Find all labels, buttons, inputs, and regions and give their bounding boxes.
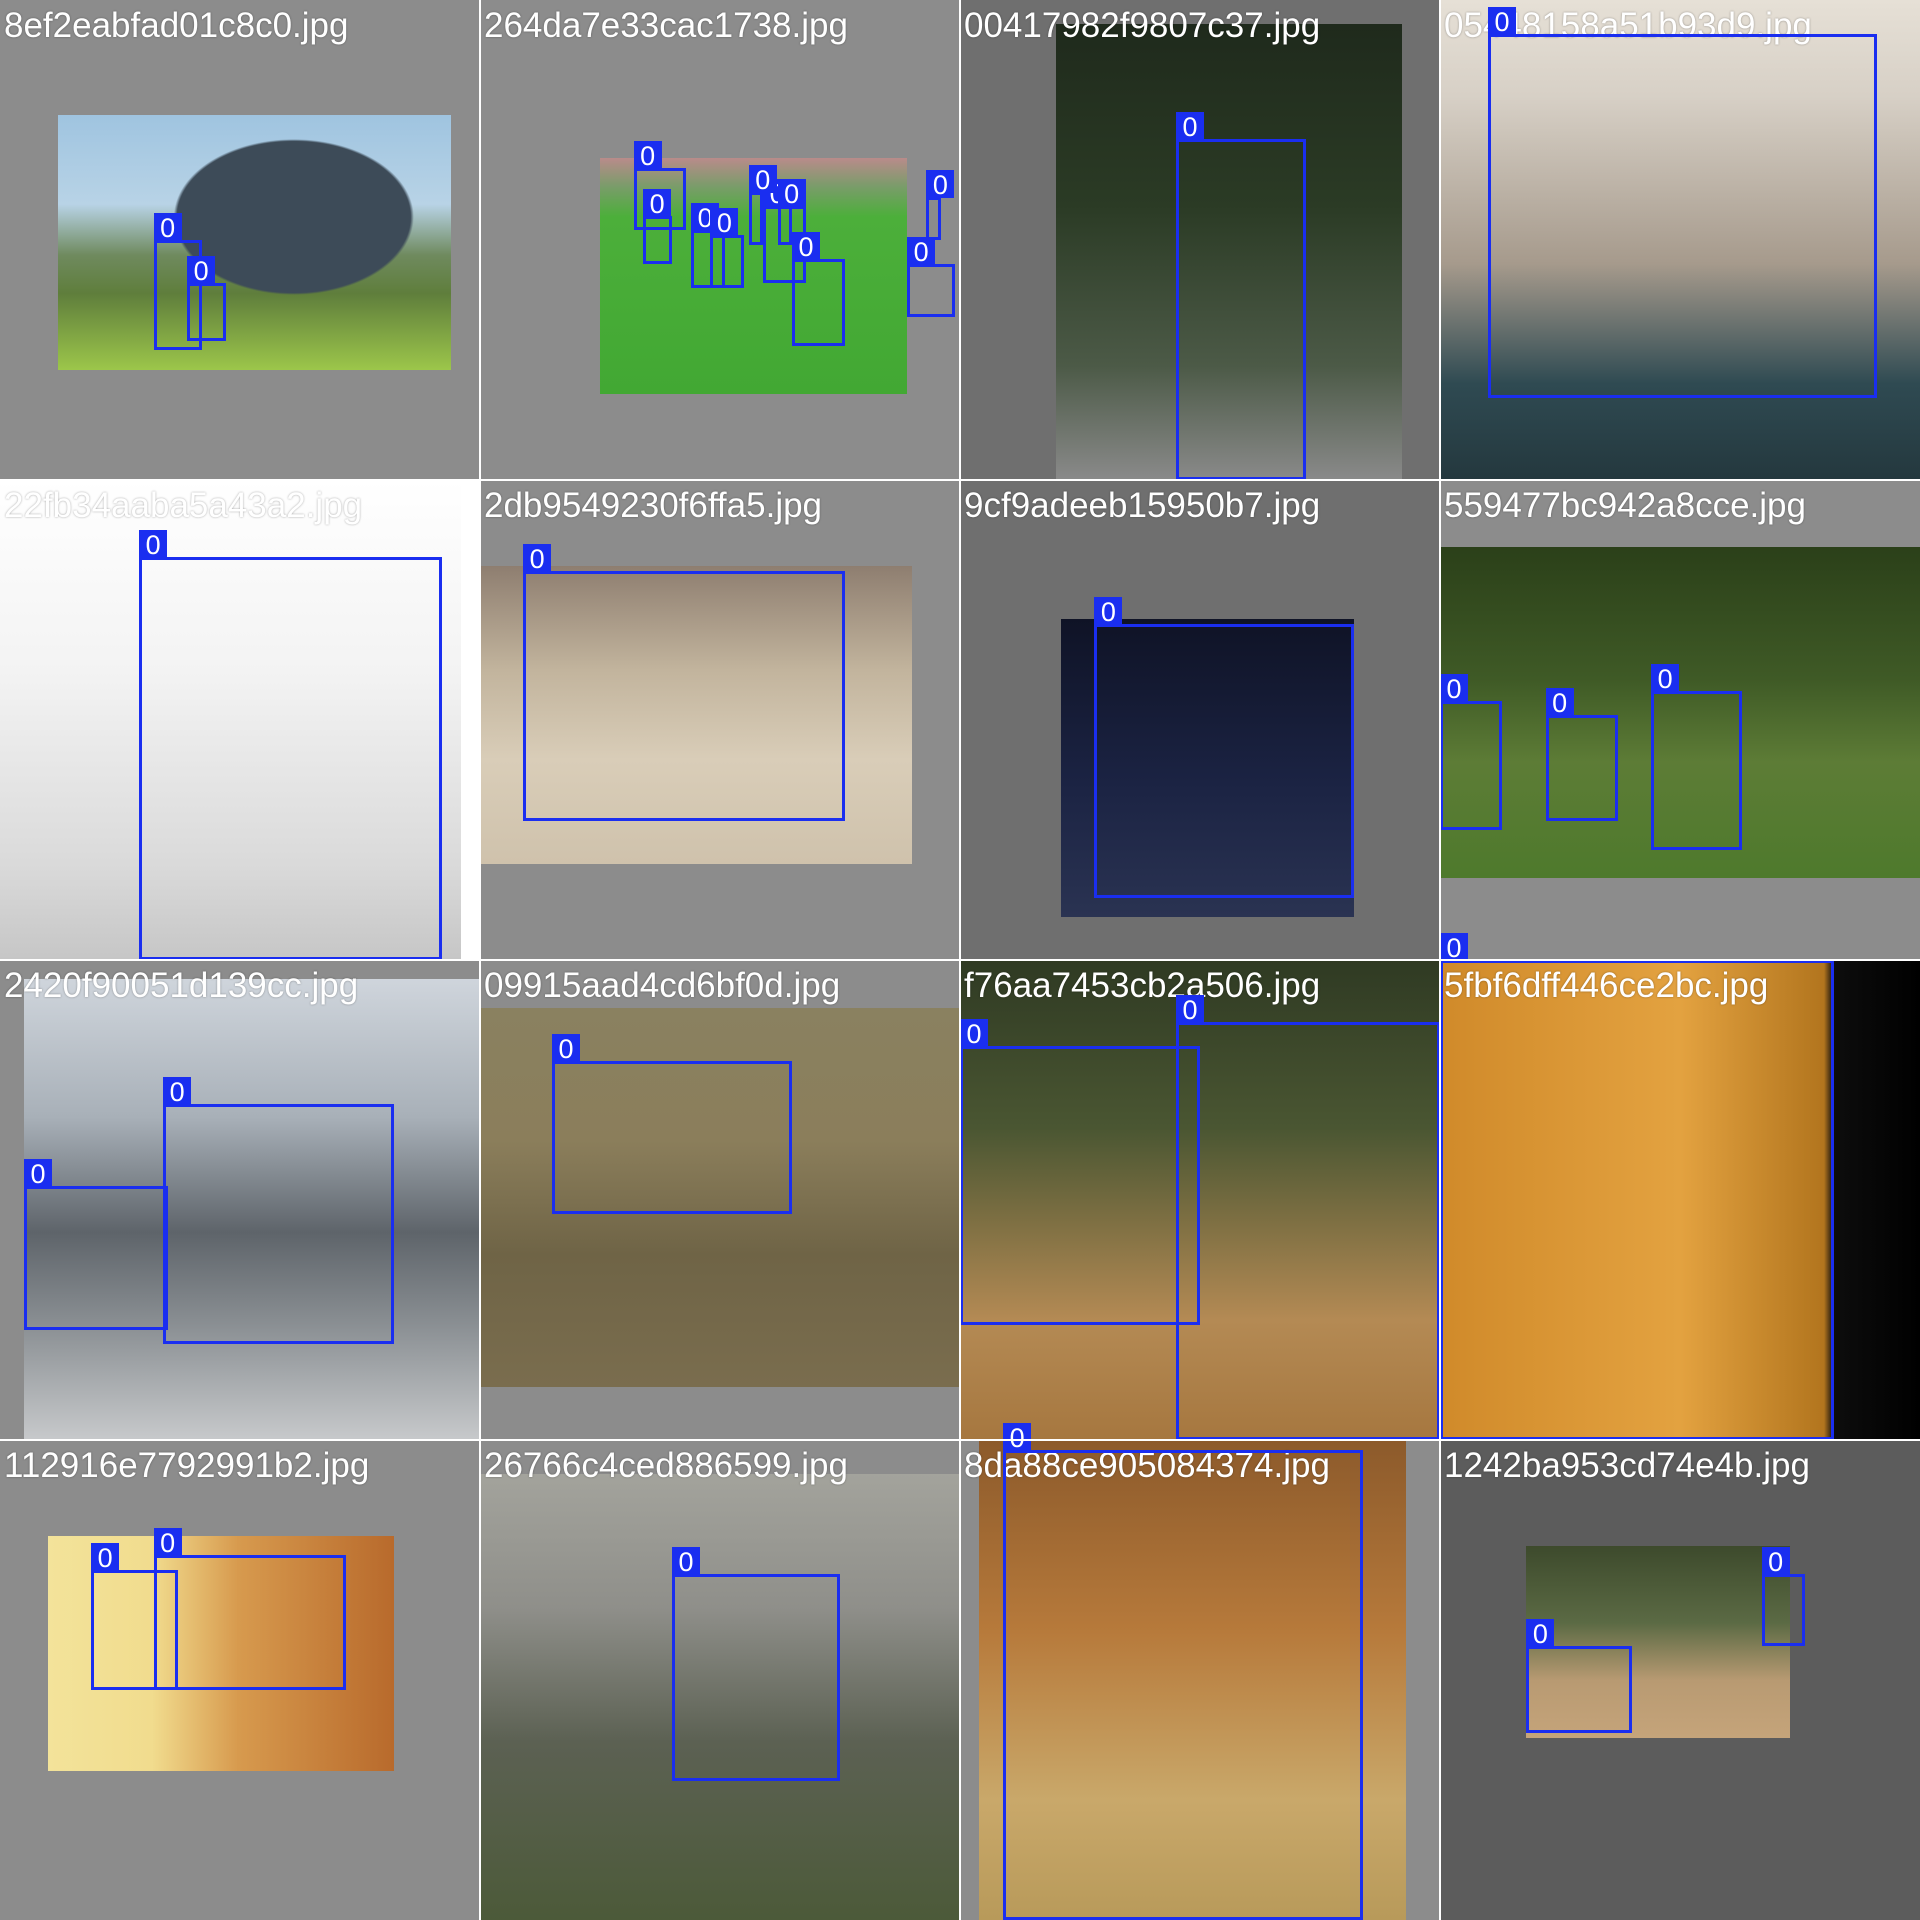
mosaic-tile: 559477bc942a8cce.jpg 0 0 0 — [1440, 480, 1920, 960]
detection-class-label: 0 — [1176, 112, 1204, 142]
detection-class-label: 0 — [926, 169, 955, 200]
tile-photo — [57, 115, 452, 370]
detection-class-label: 0 — [24, 1158, 52, 1189]
detection-box: 0 — [792, 232, 845, 346]
detection-box: 0 — [643, 189, 672, 264]
detection-class-label: 0 — [777, 179, 806, 209]
detection-class-label: 0 — [1526, 1619, 1555, 1649]
detection-class-label: 0 — [139, 529, 168, 560]
detection-class-label: 0 — [1545, 688, 1574, 718]
detection-box: 0 — [24, 1158, 168, 1330]
detection-class-label: 0 — [748, 165, 777, 195]
tile-divider-horizontal — [0, 1439, 1920, 1441]
detection-box: 0 — [1176, 995, 1440, 1440]
detection-box: 0 — [1545, 688, 1618, 821]
photo-layer — [57, 115, 452, 370]
detection-box: 0 — [1488, 6, 1877, 399]
mosaic-tile: 264da7e33cac1738.jpg0000000000 — [480, 0, 960, 480]
detection-box: 0 — [1003, 1422, 1364, 1920]
detection-box: 0 — [1094, 597, 1354, 898]
detection-box: 0 — [907, 237, 956, 317]
mosaic-tile: f76aa7453cb2a506.jpg 0 0 — [960, 960, 1440, 1440]
detection-class-label: 0 — [91, 1542, 120, 1573]
mosaic-tile: 05448158a51b93d9.jpg 0 — [1440, 0, 1920, 480]
detection-box: 0 — [163, 1077, 394, 1344]
detection-class-label: 0 — [907, 237, 936, 267]
detection-box: 0 — [1526, 1619, 1632, 1733]
detection-box: 0 — [960, 1019, 1200, 1325]
tile-divider-horizontal — [0, 959, 1920, 961]
detection-box: 0 — [672, 1547, 840, 1781]
mosaic-tile: 26766c4ced886599.jpg 0 — [480, 1440, 960, 1920]
detection-box: 0 — [153, 1528, 346, 1690]
mosaic-tile: 1242ba953cd74e4b.jpg 0 0 — [1440, 1440, 1920, 1920]
detection-box: 0 — [710, 208, 744, 288]
mosaic-tile: 2db9549230f6ffa5.jpg 0 — [480, 480, 960, 960]
detection-class-label: 0 — [1761, 1547, 1790, 1577]
detection-class-label: 0 — [1651, 664, 1680, 694]
detection-class-label: 0 — [643, 189, 672, 219]
mosaic-tile: 8da88ce905084374.jpg 0 — [960, 1422, 1440, 1920]
detection-class-label: 0 — [792, 232, 820, 262]
detection-class-label: 0 — [552, 1033, 580, 1064]
detection-class-label: 0 — [1440, 933, 1468, 963]
detection-class-label: 0 — [710, 208, 739, 238]
detection-box: 0 — [552, 1033, 792, 1215]
detection-class-label: 0 — [1003, 1422, 1032, 1453]
mosaic-tile: 9cf9adeeb15950b7.jpg 0 — [960, 480, 1440, 960]
detection-class-label: 0 — [633, 141, 662, 171]
mosaic-tile: 2420f90051d139cc.jpg 0 0 — [0, 960, 480, 1440]
detection-class-label: 0 — [1094, 597, 1123, 627]
mosaic-tile: 112916e7792991b2.jpg 0 0 — [0, 1440, 480, 1920]
detection-box: 0 — [1761, 1547, 1805, 1647]
detection-box: 0 — [1440, 933, 1834, 1440]
detection-box: 0 — [1176, 112, 1306, 480]
detection-class-label: 0 — [163, 1077, 192, 1107]
detection-class-label: 0 — [1440, 673, 1468, 704]
detection-class-label: 0 — [960, 1019, 988, 1049]
detection-box: 0 — [777, 179, 806, 245]
detection-box: 0 — [748, 165, 777, 245]
detection-class-label: 0 — [187, 256, 216, 286]
detection-class-label: 0 — [523, 544, 552, 574]
detection-box: 0 — [1651, 664, 1743, 850]
tile-divider-vertical — [1439, 0, 1441, 1920]
detection-class-label: 0 — [1488, 6, 1516, 37]
detection-class-label: 0 — [1176, 995, 1204, 1025]
mosaic-tile: 8ef2eabfad01c8c0.jpg 0 0 — [0, 0, 480, 480]
detection-class-label: 0 — [153, 1528, 182, 1558]
mosaic-tile: 5fbf6dff446ce2bc.jpg 0 — [1440, 933, 1920, 1440]
detection-class-label: 0 — [153, 213, 182, 243]
mosaic-tile: 09915aad4cd6bf0d.jpg 0 — [480, 960, 960, 1440]
image-mosaic: 8ef2eabfad01c8c0.jpg 0 0 264da7e33cac1738.j… — [0, 0, 1920, 1920]
mosaic-tile: 22fb34aaba5a43a2.jpg 0 — [0, 480, 480, 960]
detection-box: 0 — [926, 169, 955, 240]
detection-box: 0 — [139, 529, 442, 960]
detection-box: 0 — [1440, 673, 1503, 831]
detection-box: 0 — [523, 544, 845, 821]
detection-box: 0 — [187, 256, 226, 341]
mosaic-tile: 00417982f9807c37.jpg 0 — [960, 0, 1440, 480]
detection-class-label: 0 — [672, 1547, 700, 1577]
